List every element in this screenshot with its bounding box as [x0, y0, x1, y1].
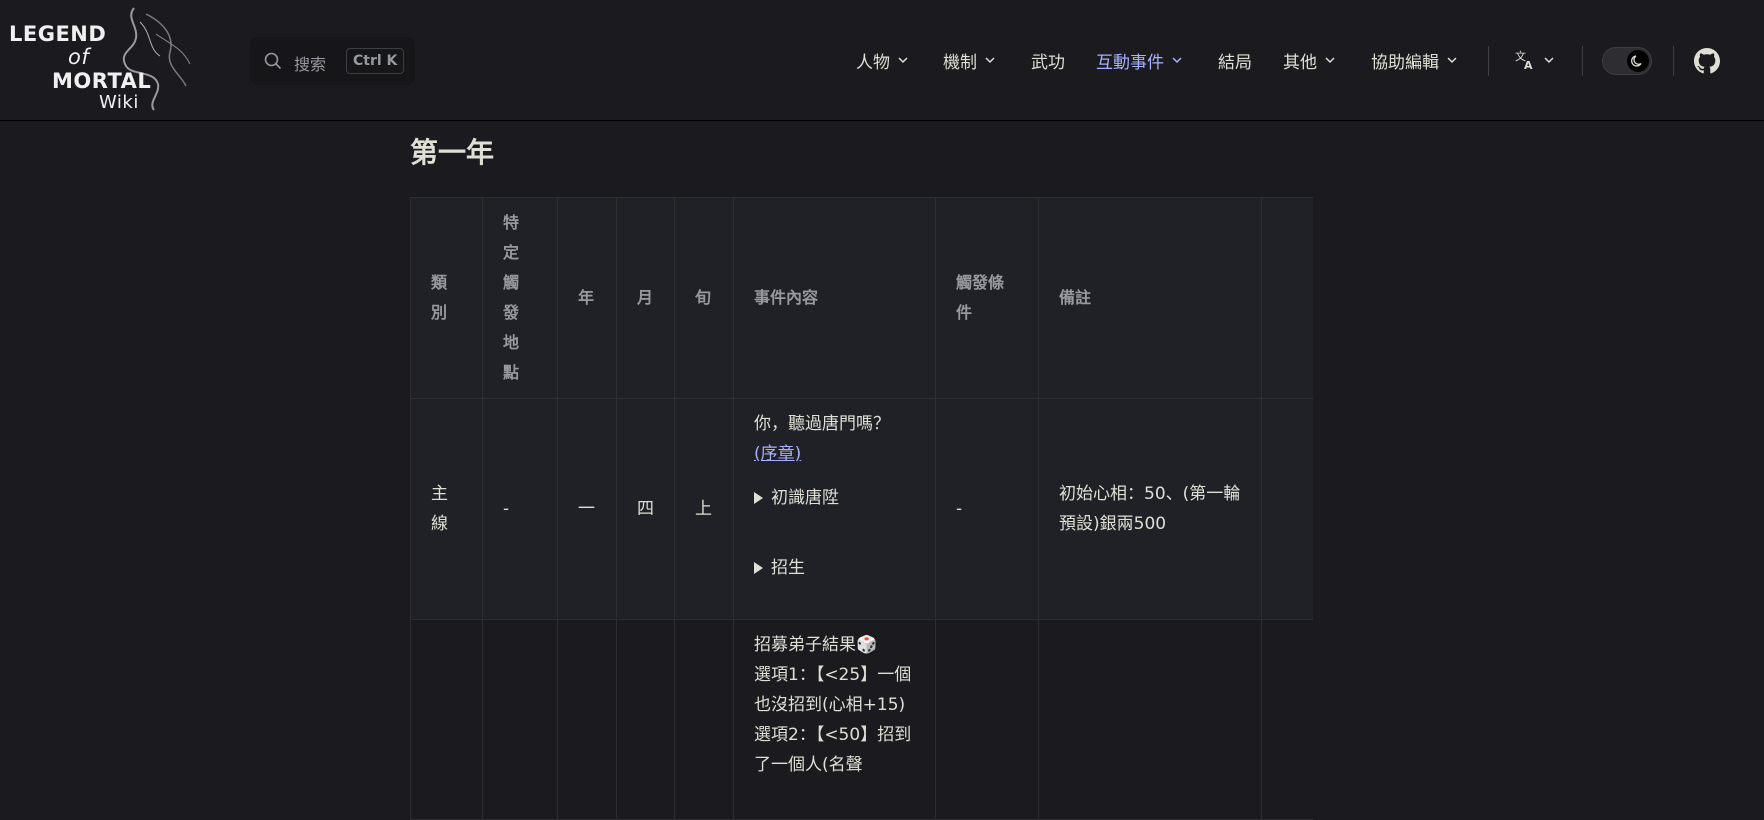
table-row: 主線 - 一 四 上 你，聽過唐門嗎？ (序章) 初識唐陞 招生 - 初始心相：…	[410, 398, 1313, 620]
column-header: 年	[557, 197, 617, 399]
column-header: 備註	[1038, 197, 1262, 399]
site-logo[interactable]: LEGEND of MORTAL Wiki	[6, 4, 196, 114]
chevron-down-icon	[1172, 57, 1182, 64]
language-switcher[interactable]: 文 A	[1514, 47, 1555, 73]
search-icon	[264, 52, 282, 70]
nav-label: 其他	[1283, 52, 1317, 73]
triangle-right-icon	[754, 492, 763, 504]
details-toggle[interactable]: 招生	[754, 553, 915, 583]
nav-item-others[interactable]: 其他	[1283, 47, 1336, 73]
chevron-down-icon	[1325, 57, 1335, 64]
table-cell: 上	[674, 398, 734, 620]
column-header: 觸發條件	[935, 197, 1039, 399]
toggle-knob	[1627, 50, 1649, 72]
nav-divider	[1582, 46, 1583, 76]
column-header: 月	[616, 197, 675, 399]
table-cell	[616, 619, 675, 820]
column-header: 類別	[410, 197, 483, 399]
table-cell: 四	[616, 398, 675, 620]
nav-label: 結局	[1218, 52, 1252, 73]
table-cell	[557, 619, 617, 820]
nav-divider	[1673, 46, 1674, 76]
column-header-empty	[1261, 197, 1313, 399]
table-cell: -	[482, 398, 558, 620]
table-cell	[1038, 619, 1262, 820]
table-cell	[482, 619, 558, 820]
event-line: 招募弟子結果🎲	[754, 635, 878, 655]
details-summary: 招生	[771, 558, 805, 578]
chevron-down-icon	[985, 57, 995, 64]
table-cell: 主線	[410, 398, 483, 620]
top-navbar: LEGEND of MORTAL Wiki 搜索 Ctrl K 人物 機制 武功…	[0, 0, 1764, 121]
theme-toggle[interactable]	[1602, 47, 1652, 75]
prologue-link[interactable]: (序章)	[754, 444, 801, 464]
chevron-down-icon	[1544, 57, 1554, 64]
github-icon[interactable]	[1694, 48, 1720, 74]
nav-item-characters[interactable]: 人物	[856, 47, 909, 73]
chevron-down-icon	[898, 57, 908, 64]
logo-text-legend: LEGEND	[9, 22, 107, 46]
table-cell	[935, 619, 1039, 820]
nav-label: 協助編輯	[1371, 52, 1439, 73]
table-cell	[410, 619, 483, 820]
nav-item-events[interactable]: 互動事件	[1096, 47, 1183, 73]
svg-text:A: A	[1524, 59, 1533, 71]
event-line: 選項2：【<50】招到了一個人(名聲	[754, 725, 912, 775]
nav-item-contribute[interactable]: 協助編輯	[1371, 47, 1458, 73]
event-content-cell: 你，聽過唐門嗎？ (序章) 初識唐陞 招生	[733, 398, 936, 620]
logo-text-of: of	[68, 45, 90, 69]
table-cell	[674, 619, 734, 820]
nav-item-endings[interactable]: 結局	[1218, 47, 1252, 73]
events-table: 類別 特定觸發地點 年 月 旬 事件內容 觸發條件 備註 主線 - 一 四 上 …	[410, 197, 1313, 820]
search-button[interactable]: 搜索 Ctrl K	[250, 37, 415, 85]
table-cell: -	[935, 398, 1039, 620]
moon-icon	[1631, 55, 1642, 67]
table-cell-empty	[1261, 398, 1313, 620]
event-line: 選項1：【<25】一個也沒招到(心相+15)	[754, 665, 912, 715]
page-heading: 第一年	[410, 136, 495, 169]
column-header: 事件內容	[733, 197, 936, 399]
table-cell-empty	[1261, 619, 1313, 820]
column-header: 特定觸發地點	[482, 197, 558, 399]
nav-label: 人物	[856, 52, 890, 73]
translate-icon: 文 A	[1515, 49, 1533, 71]
table-cell: 初始心相：50、(第一輪預設)銀兩500	[1038, 398, 1262, 620]
event-title: 你，聽過唐門嗎？	[754, 414, 890, 434]
triangle-right-icon	[754, 562, 763, 574]
nav-label: 互動事件	[1096, 52, 1164, 73]
logo-text-wiki: Wiki	[99, 92, 139, 113]
details-summary: 初識唐陞	[771, 488, 839, 508]
search-shortcut-key: Ctrl K	[346, 48, 405, 74]
chevron-down-icon	[1447, 57, 1457, 64]
column-header: 旬	[674, 197, 734, 399]
nav-item-mechanics[interactable]: 機制	[943, 47, 996, 73]
nav-divider	[1488, 46, 1489, 76]
search-placeholder: 搜索	[294, 55, 327, 74]
table-cell: 一	[557, 398, 617, 620]
nav-label: 武功	[1031, 52, 1065, 73]
details-toggle[interactable]: 初識唐陞	[754, 483, 915, 513]
nav-item-martial-arts[interactable]: 武功	[1031, 47, 1065, 73]
logo-text-mortal: MORTAL	[52, 69, 152, 93]
table-row: 招募弟子結果🎲 選項1：【<25】一個也沒招到(心相+15) 選項2：【<50】…	[410, 619, 1313, 820]
event-content-cell: 招募弟子結果🎲 選項1：【<25】一個也沒招到(心相+15) 選項2：【<50】…	[733, 619, 936, 820]
nav-label: 機制	[943, 52, 977, 73]
